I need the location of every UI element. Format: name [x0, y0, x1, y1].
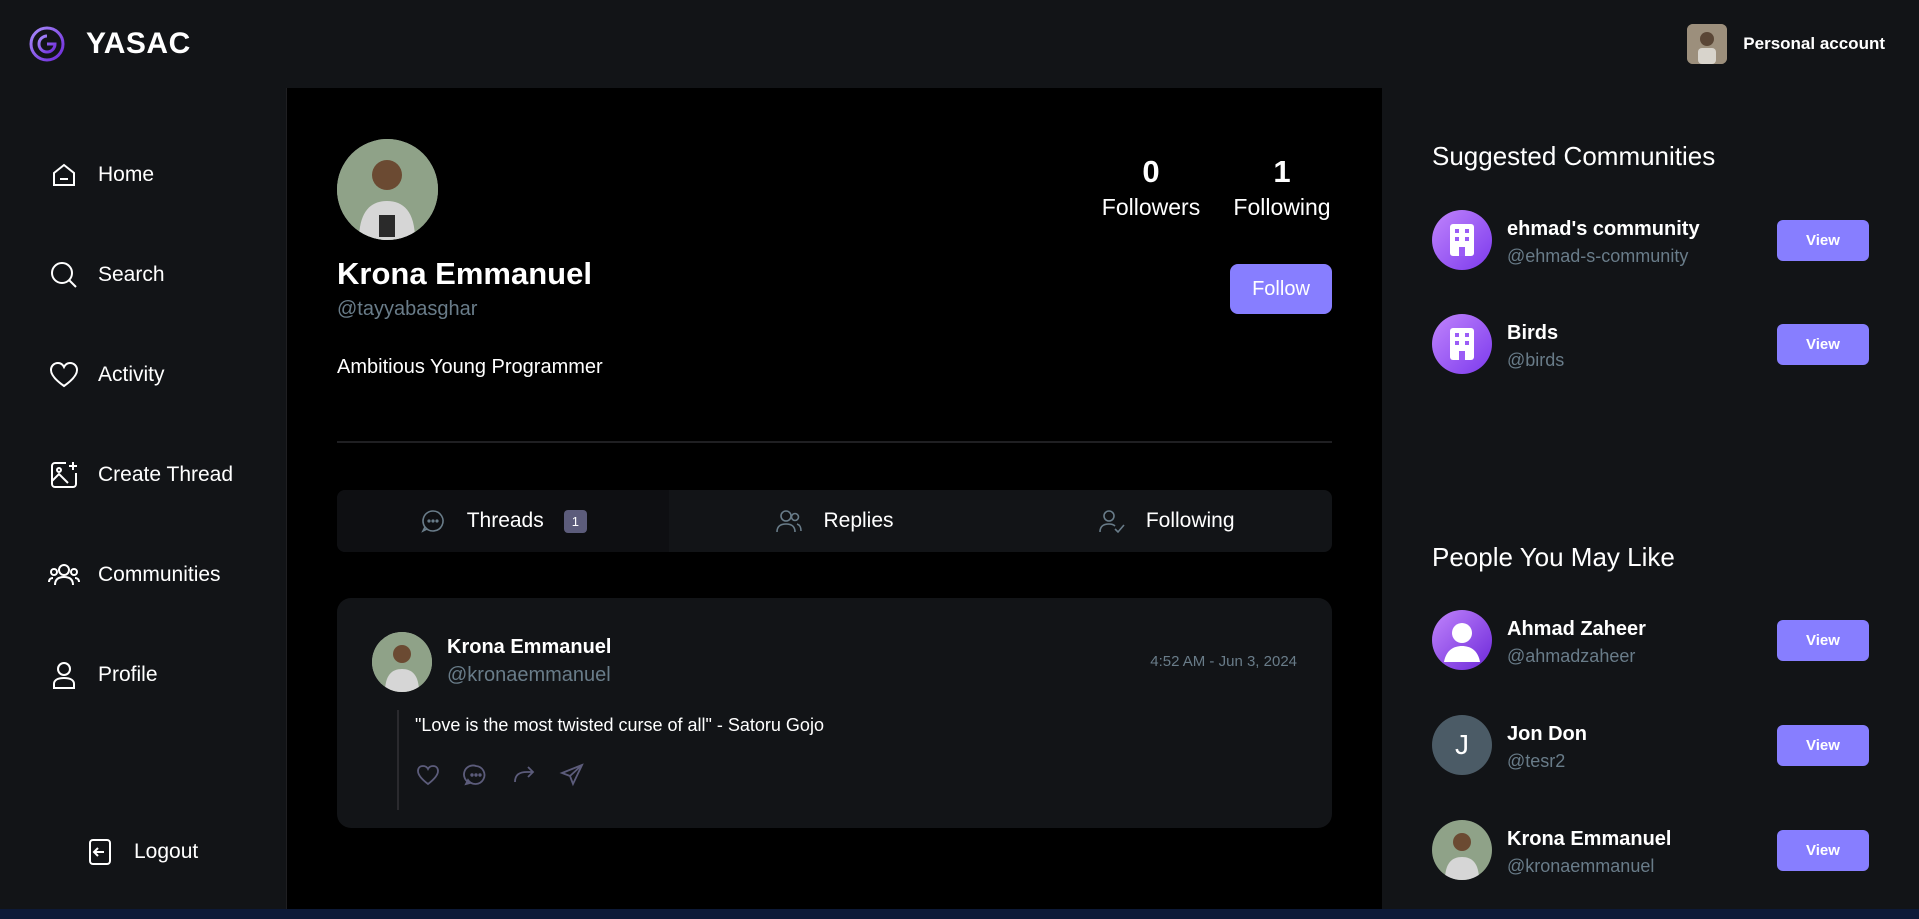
brand[interactable]: YASAC: [28, 25, 191, 63]
nav-item-home[interactable]: Home: [48, 159, 154, 191]
repost-icon[interactable]: [511, 762, 537, 788]
image-plus-icon: [51, 462, 77, 488]
brand-name: YASAC: [86, 27, 191, 60]
nav-label: Communities: [98, 563, 221, 586]
person-avatar[interactable]: [1432, 610, 1492, 670]
view-button[interactable]: View: [1777, 725, 1869, 766]
main-content: Krona Emmanuel @tayyabasghar Ambitious Y…: [287, 88, 1382, 919]
logout-button[interactable]: Logout: [84, 836, 198, 868]
thread-author-name[interactable]: Krona Emmanuel: [447, 636, 611, 659]
community-handle: @ehmad-s-community: [1507, 246, 1689, 266]
nav-item-communities[interactable]: Communities: [48, 559, 221, 591]
heart-icon[interactable]: [415, 762, 441, 788]
account-label: Personal account: [1743, 34, 1885, 53]
person-item: Ahmad Zaheer @ahmadzaheer View: [1432, 610, 1869, 672]
account-avatar: [1687, 24, 1728, 64]
building-icon: [1450, 224, 1474, 256]
view-button[interactable]: View: [1777, 620, 1869, 661]
person-item: Krona Emmanuel @kronaemmanuel View: [1432, 820, 1869, 882]
thread-text: "Love is the most twisted curse of all" …: [415, 715, 824, 735]
reply-icon[interactable]: [463, 762, 489, 788]
followers-stat[interactable]: 0 Followers: [1076, 154, 1226, 221]
suggested-communities-title: Suggested Communities: [1432, 141, 1716, 171]
community-avatar[interactable]: [1432, 210, 1492, 270]
profile-tabs: Threads 1 Replies Following: [337, 490, 1332, 552]
community-name: Birds: [1507, 322, 1559, 344]
person-item: J Jon Don @tesr2 View: [1432, 715, 1869, 777]
community-handle: @birds: [1507, 350, 1565, 370]
logo-icon: [29, 26, 65, 62]
following-stat[interactable]: 1 Following: [1232, 154, 1332, 221]
person-name: Jon Don: [1507, 723, 1587, 745]
message-icon: [420, 510, 444, 533]
person-avatar[interactable]: [1432, 820, 1492, 880]
nav-label: Home: [98, 163, 155, 186]
following-label: Following: [1233, 194, 1331, 220]
community-avatar[interactable]: [1432, 314, 1492, 374]
users-icon: [48, 564, 80, 586]
nav-label: Create Thread: [98, 463, 234, 486]
nav-item-create-thread[interactable]: Create Thread: [48, 459, 233, 491]
account-menu[interactable]: Personal account: [1687, 24, 1885, 64]
nav-label: Activity: [98, 363, 165, 386]
profile-bio: Ambitious Young Programmer: [337, 356, 603, 378]
thread-card[interactable]: Krona Emmanuel @kronaemmanuel 4:52 AM - …: [337, 598, 1332, 828]
thread-actions: [415, 762, 585, 788]
profile-name: Krona Emmanuel: [337, 256, 592, 291]
community-name: ehmad's community: [1507, 218, 1700, 240]
avatar-initial: J: [1455, 729, 1469, 760]
nav-label: Profile: [98, 663, 158, 686]
community-item: Birds @birds View: [1432, 314, 1869, 376]
logout-label: Logout: [134, 840, 199, 863]
nav-label: Search: [98, 263, 165, 286]
logout-icon: [89, 839, 111, 865]
user-check-icon: [1099, 510, 1125, 534]
heart-icon: [49, 361, 79, 388]
divider: [337, 441, 1332, 443]
person-handle: @tesr2: [1507, 751, 1566, 771]
follow-button[interactable]: Follow: [1230, 264, 1332, 314]
share-icon[interactable]: [559, 762, 585, 788]
tab-replies[interactable]: Replies: [669, 490, 1001, 552]
tab-label: Following: [1145, 509, 1235, 532]
user-placeholder-icon: [1444, 623, 1480, 662]
tab-following[interactable]: Following: [1000, 490, 1332, 552]
left-sidebar: Home Search Activity Create Thread Commu…: [0, 88, 287, 919]
nav-item-profile[interactable]: Profile: [48, 659, 158, 691]
profile-avatar: [337, 139, 438, 240]
person-handle: @ahmadzaheer: [1507, 646, 1636, 666]
tab-label: Replies: [823, 509, 894, 532]
threads-count-badge: 1: [563, 509, 587, 533]
thread-author-handle: @kronaemmanuel: [447, 664, 611, 686]
thread-author-avatar[interactable]: [372, 632, 432, 692]
search-icon: [51, 262, 77, 288]
person-name: Ahmad Zaheer: [1507, 618, 1646, 640]
taskbar-edge: [0, 909, 1919, 919]
following-count: 1: [1273, 154, 1291, 189]
view-button[interactable]: View: [1777, 220, 1869, 261]
tab-label: Threads: [466, 509, 544, 532]
community-item: ehmad's community @ehmad-s-community Vie…: [1432, 210, 1869, 272]
thread-timestamp: 4:52 AM - Jun 3, 2024: [1150, 653, 1297, 670]
right-sidebar: Suggested Communities ehmad's community …: [1382, 88, 1919, 919]
users-icon: [776, 510, 803, 533]
user-icon: [53, 662, 75, 689]
followers-count: 0: [1142, 154, 1160, 189]
top-bar: YASAC Personal account: [0, 0, 1919, 88]
view-button[interactable]: View: [1777, 324, 1869, 365]
person-handle: @kronaemmanuel: [1507, 856, 1655, 876]
home-icon: [53, 163, 75, 186]
person-avatar[interactable]: J: [1432, 715, 1492, 775]
building-icon: [1450, 328, 1474, 360]
profile-handle: @tayyabasghar: [337, 298, 478, 320]
nav-item-activity[interactable]: Activity: [48, 359, 165, 391]
tab-threads[interactable]: Threads 1: [337, 490, 669, 552]
thread-line: [397, 710, 399, 810]
view-button[interactable]: View: [1777, 830, 1869, 871]
person-name: Krona Emmanuel: [1507, 828, 1672, 850]
nav-item-search[interactable]: Search: [48, 259, 165, 291]
followers-label: Followers: [1101, 194, 1201, 220]
people-title: People You May Like: [1432, 542, 1675, 572]
